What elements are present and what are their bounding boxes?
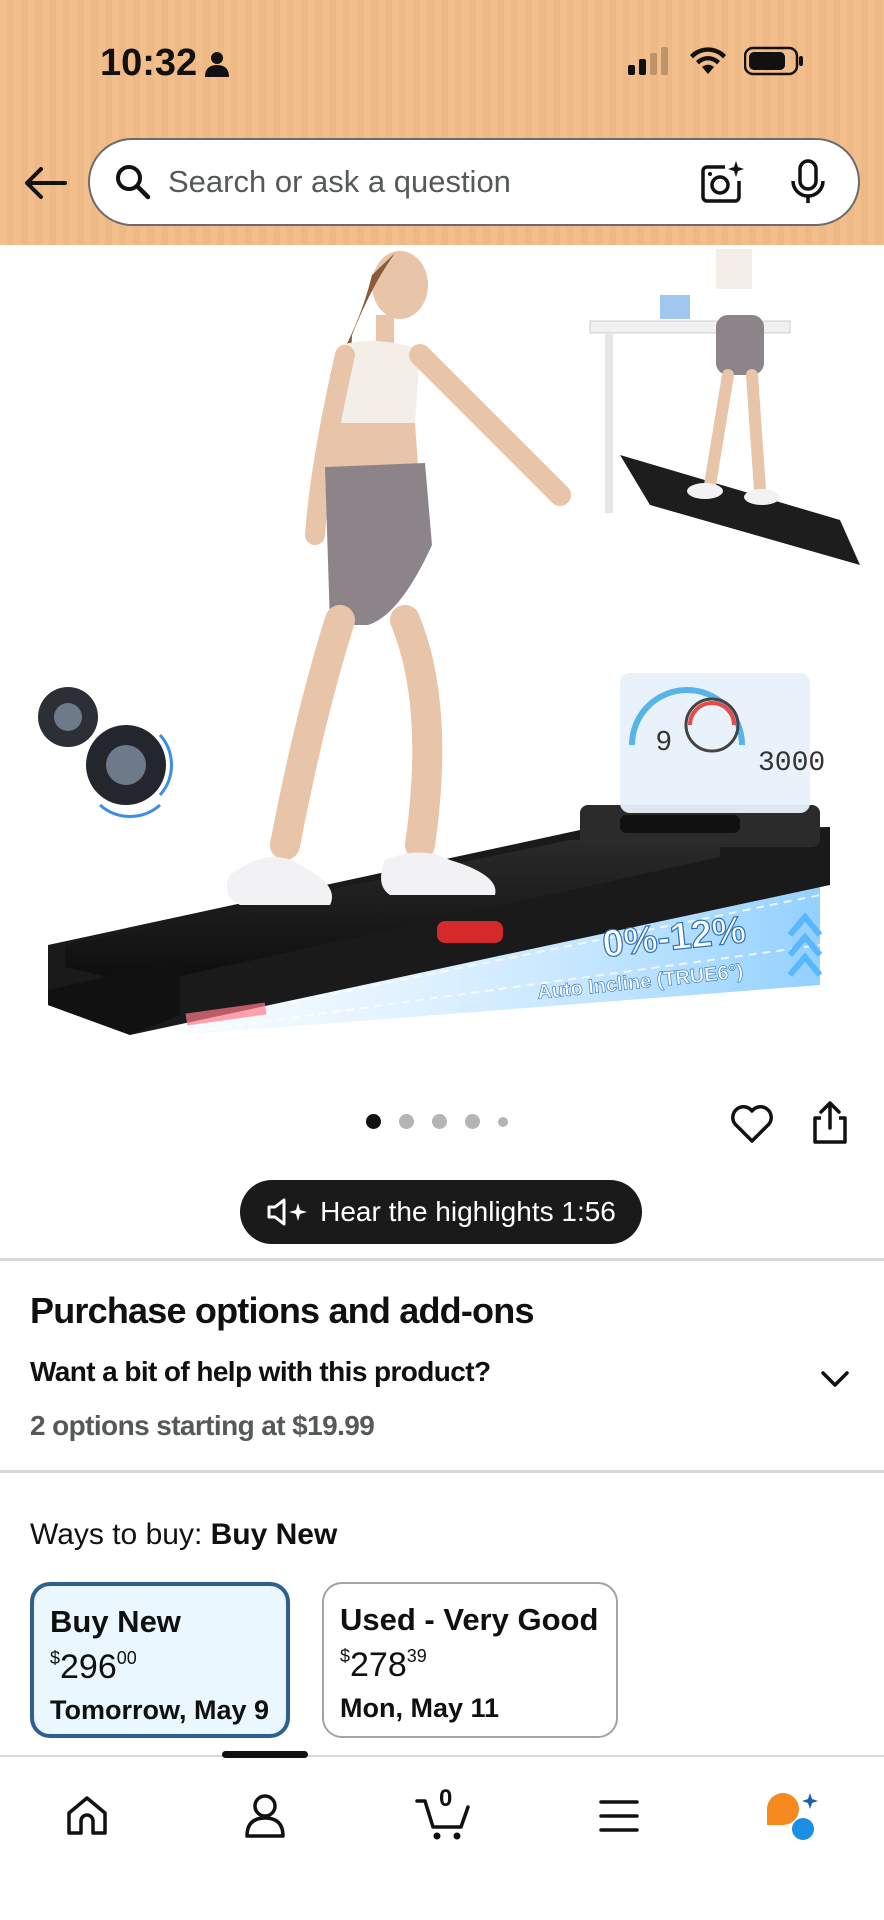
buy-option-card-used[interactable]: Used - Very Good $27839 Mon, May 11 — [322, 1582, 618, 1738]
hear-highlights-label: Hear the highlights 1:56 — [320, 1196, 616, 1227]
product-image[interactable]: 9 3000 0%-12% Auto Incline (TRUE6°) — [0, 245, 884, 1045]
voice-search-button[interactable] — [782, 156, 834, 208]
purchase-options-title: Purchase options and add-ons — [30, 1290, 534, 1331]
treadmill-product-photo: 9 3000 0%-12% Auto Incline (TRUE6°) — [38, 249, 860, 1035]
desk-scene-graphic — [589, 249, 860, 565]
ways-to-buy-label: Ways to buy: — [30, 1518, 203, 1551]
svg-text:3000: 3000 — [758, 748, 825, 779]
home-icon — [67, 1796, 107, 1835]
buy-option-price: $29600 — [50, 1648, 137, 1686]
speaker-sparkle-icon — [267, 1198, 308, 1226]
status-icons — [628, 46, 804, 76]
user-icon — [245, 1794, 285, 1838]
purchase-options-section[interactable]: Purchase options and add-ons Want a bit … — [30, 1290, 860, 1442]
bottom-navigation: 0 — [0, 1751, 884, 1920]
svg-text:9: 9 — [656, 725, 672, 756]
purchase-options-subtitle: Want a bit of help with this product? — [30, 1356, 491, 1387]
cellular-signal-icon — [628, 47, 668, 75]
section-divider — [0, 1258, 884, 1261]
nav-menu[interactable] — [584, 1781, 654, 1851]
nav-home[interactable] — [52, 1781, 122, 1851]
carousel-dot-5[interactable] — [498, 1116, 508, 1127]
rufus-assistant-icon — [767, 1793, 818, 1840]
heart-icon — [731, 1105, 773, 1143]
buy-option-title: Used - Very Good — [340, 1602, 599, 1637]
nav-rufus-assistant[interactable] — [758, 1781, 828, 1851]
image-carousel-dots[interactable] — [366, 1114, 508, 1129]
wifi-icon — [690, 47, 726, 74]
nav-account[interactable] — [230, 1781, 300, 1851]
search-icon — [116, 165, 151, 200]
carousel-dot-1[interactable] — [366, 1114, 381, 1129]
hear-highlights-button[interactable]: Hear the highlights 1:56 — [240, 1180, 642, 1244]
carousel-dot-4[interactable] — [465, 1114, 480, 1129]
expand-purchase-options-button[interactable] — [814, 1358, 856, 1400]
share-button[interactable] — [804, 1096, 856, 1148]
share-icon — [813, 1101, 847, 1144]
camera-sparkle-icon — [701, 161, 744, 203]
section-divider — [0, 1470, 884, 1473]
console-display-graphic: 9 3000 — [620, 673, 825, 813]
status-time: 10:32 — [100, 42, 230, 85]
chevron-down-icon — [821, 1371, 849, 1387]
cart-count-badge: 0 — [439, 1785, 453, 1812]
buy-option-delivery: Mon, May 11 — [340, 1693, 500, 1723]
buy-option-delivery: Tomorrow, May 9 — [50, 1695, 270, 1725]
person-icon — [205, 51, 230, 77]
hamburger-menu-icon — [599, 1800, 639, 1832]
carousel-dot-3[interactable] — [432, 1114, 447, 1129]
nav-cart[interactable]: 0 — [408, 1781, 478, 1851]
camera-search-button[interactable] — [696, 156, 748, 208]
search-bar[interactable]: Search or ask a question — [88, 138, 860, 226]
purchase-options-count: 2 options starting at $19.99 — [30, 1410, 375, 1441]
favorite-button[interactable] — [726, 1098, 778, 1150]
woman-walking-graphic — [226, 251, 571, 905]
app-header: 10:32 Search or ask a question — [0, 0, 884, 245]
buy-option-card-new[interactable]: Buy New $29600 Tomorrow, May 9 — [30, 1582, 290, 1738]
ways-to-buy-heading: Ways to buy: Buy New — [30, 1518, 337, 1552]
ways-to-buy-selected: Buy New — [210, 1518, 338, 1551]
search-input[interactable]: Search or ask a question — [168, 164, 696, 200]
buy-option-price: $27839 — [340, 1646, 427, 1684]
active-tab-indicator — [222, 1751, 308, 1758]
microphone-icon — [791, 159, 825, 203]
speaker-graphic — [38, 687, 173, 818]
buy-option-title: Buy New — [50, 1604, 181, 1639]
arrow-left-icon — [25, 167, 67, 199]
battery-icon — [744, 46, 803, 76]
carousel-dot-2[interactable] — [399, 1114, 414, 1129]
back-button[interactable] — [20, 158, 70, 208]
